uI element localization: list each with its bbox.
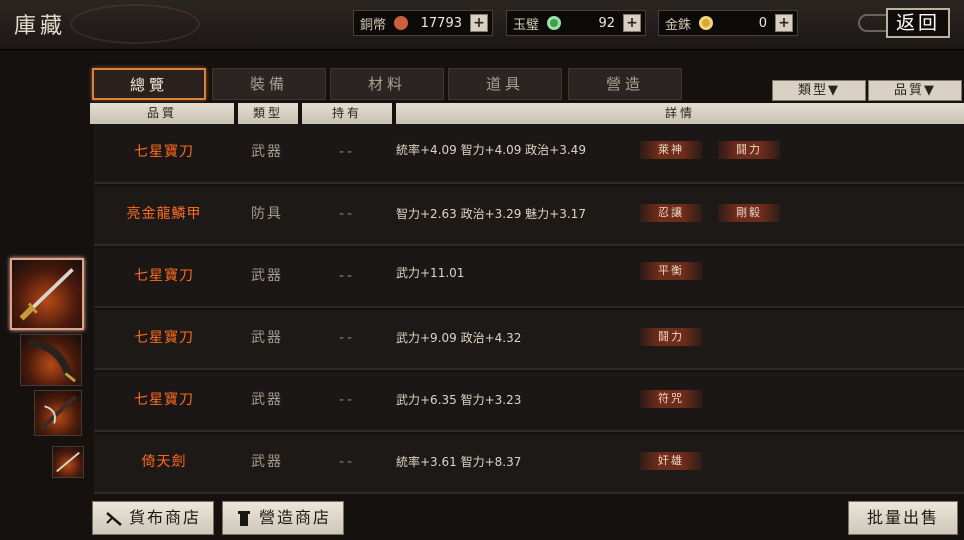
quality-filter-dropdown[interactable]: 品質▼ — [868, 80, 962, 101]
list-item[interactable]: 亮金龍鱗甲 防具 -- 智力+2.63 政治+3.29 魅力+3.17 忍讓 剛… — [94, 186, 964, 246]
add-jade-button[interactable]: + — [623, 14, 641, 32]
currency-label: 金銖 — [665, 17, 692, 33]
currency-label: 銅幣 — [360, 17, 387, 33]
add-copper-button[interactable]: + — [470, 14, 488, 32]
top-bar: 庫藏 銅幣 17793 + 玉璧 92 + 金銖 0 + 返回 — [0, 0, 964, 50]
tower-icon — [237, 511, 250, 526]
currency-shop-label: 貨布商店 — [128, 508, 201, 527]
currency-value: 0 — [758, 15, 767, 31]
item-stats: 統率+3.61 智力+8.37 — [396, 455, 522, 469]
tab-construction[interactable]: 營造 — [568, 68, 682, 100]
page-title: 庫藏 — [14, 14, 67, 39]
item-type: 武器 — [251, 392, 283, 408]
item-owned: -- — [338, 330, 356, 346]
item-list[interactable]: 七星寶刀 武器 -- 統率+4.09 智力+4.09 政治+3.49 萊神 鬪力… — [94, 124, 964, 494]
item-tag: 符咒 — [640, 390, 702, 408]
item-name: 亮金龍鱗甲 — [126, 206, 202, 222]
tab-equipment[interactable]: 裝備 — [212, 68, 326, 100]
jade-disc-icon — [547, 16, 561, 30]
tab-materials[interactable]: 材料 — [330, 68, 444, 100]
bulk-sell-button[interactable]: 批量出售 — [848, 501, 958, 535]
item-stats: 武力+9.09 政治+4.32 — [396, 331, 522, 345]
item-name: 七星寶刀 — [134, 144, 194, 160]
weapon-icon — [106, 512, 122, 526]
column-header-owned[interactable]: 持有 — [302, 103, 392, 124]
item-tag: 奸雄 — [640, 452, 702, 470]
currency-value: 92 — [598, 15, 615, 31]
spear-icon[interactable] — [34, 390, 82, 436]
item-type: 武器 — [251, 268, 283, 284]
item-tag: 萊神 — [640, 141, 702, 159]
column-header-details: 詳情 — [396, 103, 964, 124]
column-header-type[interactable]: 類型 — [238, 103, 298, 124]
currency-jade: 玉璧 92 + — [506, 10, 646, 36]
list-item[interactable]: 七星寶刀 武器 -- 武力+6.35 智力+3.23 符咒 — [94, 372, 964, 432]
table-header: 品質 類型 持有 詳情 — [90, 103, 964, 124]
item-type: 武器 — [251, 144, 283, 160]
gold-coin-icon — [699, 16, 713, 30]
copper-coin-icon — [394, 16, 408, 30]
item-name: 倚天劍 — [141, 454, 187, 470]
currency-label: 玉璧 — [513, 17, 540, 33]
item-tag: 平衡 — [640, 262, 702, 280]
list-item[interactable]: 七星寶刀 武器 -- 武力+11.01 平衡 — [94, 248, 964, 308]
item-stats: 智力+2.63 政治+3.29 魅力+3.17 — [396, 207, 586, 221]
item-owned: -- — [338, 454, 356, 470]
item-owned: -- — [338, 268, 356, 284]
construction-shop-button[interactable]: 營造商店 — [222, 501, 344, 535]
item-tag: 剛毅 — [718, 204, 780, 222]
currency-copper: 銅幣 17793 + — [353, 10, 493, 36]
add-gold-button[interactable]: + — [775, 14, 793, 32]
list-item[interactable]: 七星寶刀 武器 -- 武力+9.09 政治+4.32 鬪力 — [94, 310, 964, 370]
item-owned: -- — [338, 206, 356, 222]
item-type: 防具 — [251, 206, 283, 222]
item-tag: 忍讓 — [640, 204, 702, 222]
back-button[interactable]: 返回 — [886, 8, 950, 38]
cloud-ornament — [70, 4, 200, 44]
item-name: 七星寶刀 — [134, 330, 194, 346]
item-owned: -- — [338, 144, 356, 160]
back-ornament — [858, 14, 888, 32]
item-stats: 統率+4.09 智力+4.09 政治+3.49 — [396, 143, 586, 157]
item-owned: -- — [338, 392, 356, 408]
currency-gold: 金銖 0 + — [658, 10, 798, 36]
type-filter-dropdown[interactable]: 類型▼ — [772, 80, 866, 101]
item-name: 七星寶刀 — [134, 392, 194, 408]
tab-overview[interactable]: 總覽 — [92, 68, 206, 100]
sword-icon[interactable] — [10, 258, 84, 330]
blade-icon[interactable] — [20, 334, 82, 386]
item-name: 七星寶刀 — [134, 268, 194, 284]
item-stats: 武力+11.01 — [396, 266, 465, 280]
list-item[interactable]: 七星寶刀 武器 -- 統率+4.09 智力+4.09 政治+3.49 萊神 鬪力 — [94, 124, 964, 184]
item-tag: 鬪力 — [718, 141, 780, 159]
construction-shop-label: 營造商店 — [258, 508, 331, 527]
item-tag: 鬪力 — [640, 328, 702, 346]
tab-items[interactable]: 道具 — [448, 68, 562, 100]
item-preview-carousel[interactable] — [0, 250, 90, 490]
currency-shop-button[interactable]: 貨布商店 — [92, 501, 214, 535]
currency-value: 17793 — [420, 15, 462, 31]
column-header-quality[interactable]: 品質 — [90, 103, 234, 124]
item-type: 武器 — [251, 330, 283, 346]
item-stats: 武力+6.35 智力+3.23 — [396, 393, 522, 407]
list-item[interactable]: 倚天劍 武器 -- 統率+3.61 智力+8.37 奸雄 — [94, 434, 964, 494]
sword-icon[interactable] — [52, 446, 84, 478]
item-type: 武器 — [251, 454, 283, 470]
